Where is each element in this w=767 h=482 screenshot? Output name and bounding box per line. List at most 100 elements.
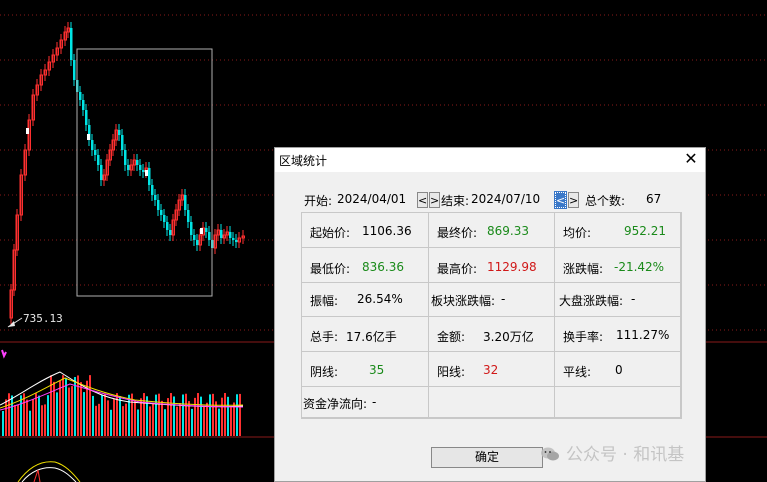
turnover-value: 111.27%	[616, 328, 670, 342]
amplitude-value: 26.54%	[357, 292, 403, 306]
candle-body	[157, 200, 160, 210]
volume-bar	[2, 411, 4, 436]
volume-bar	[155, 394, 157, 436]
open-label: 起始价:	[310, 226, 351, 240]
volume-label: 总手:	[310, 330, 339, 344]
volume-bar	[23, 393, 25, 436]
end-next-button[interactable]: >	[568, 192, 579, 208]
stat-cell-close: 最终价: 869.33	[429, 213, 555, 248]
amount-label: 金额:	[437, 330, 466, 344]
close-value: 869.33	[487, 224, 529, 238]
volume-bar	[104, 393, 106, 436]
change-value: -21.42%	[614, 260, 665, 274]
start-next-button[interactable]: >	[429, 192, 440, 208]
total-value: 67	[646, 192, 662, 206]
volume-bar	[197, 393, 199, 436]
candle-body	[190, 222, 193, 235]
candle-body	[26, 128, 29, 134]
stat-cell-netflow: 资金净流向: -	[302, 387, 429, 418]
candles	[9, 22, 245, 324]
turnover-label: 换手率:	[563, 330, 604, 344]
end-prev-button[interactable]: <	[554, 191, 567, 209]
volume-bar	[35, 393, 37, 436]
volume-bar	[80, 382, 82, 436]
volume-bar	[62, 375, 64, 436]
stat-cell-amount: 金额: 3.20万亿	[429, 317, 555, 352]
region-stats-dialog: 区域统计 ✕ 开始: 2024/04/01 < > 结束: 2024/07/10…	[274, 147, 706, 482]
stats-grid: 起始价: 1106.36 最终价: 869.33 均价: 952.21 最低价:…	[301, 212, 682, 419]
indicator-lines	[17, 461, 81, 482]
volume-bar	[101, 394, 103, 436]
avg-value: 952.21	[624, 224, 666, 238]
change-label: 涨跌幅:	[563, 262, 604, 276]
candle-body	[196, 240, 199, 245]
low-label: 最低价:	[310, 262, 351, 276]
candle-body	[193, 235, 196, 240]
volume-bar	[143, 393, 145, 436]
volume-bars	[2, 375, 241, 436]
market-value: -	[631, 292, 636, 306]
volume-bar	[230, 407, 232, 436]
volume-bar	[179, 403, 181, 436]
volume-bar	[59, 380, 61, 436]
dialog-title: 区域统计	[279, 153, 328, 168]
amplitude-label: 振幅:	[310, 294, 339, 308]
volume-bar	[173, 396, 175, 436]
candle-body	[85, 110, 88, 125]
stat-cell-high: 最高价: 1129.98	[429, 248, 555, 283]
volume-bar	[95, 405, 97, 436]
volume-bar	[65, 377, 67, 436]
volume-bar	[110, 409, 112, 436]
ok-button[interactable]: 确定	[431, 447, 543, 468]
start-date: 2024/04/01	[337, 192, 407, 206]
stat-cell-open: 起始价: 1106.36	[302, 213, 429, 248]
stat-cell-positive: 阳线: 32	[429, 352, 555, 387]
volume-bar	[212, 393, 214, 436]
negative-value: 35	[369, 363, 385, 377]
stat-cell-amplitude: 振幅: 26.54%	[302, 283, 429, 317]
volume-bar	[194, 397, 196, 436]
volume-value: 17.6亿手	[346, 330, 397, 344]
candle-body	[136, 160, 139, 165]
volume-bar	[119, 396, 121, 436]
indicator-line-yellow	[17, 461, 81, 482]
close-icon[interactable]: ✕	[683, 151, 699, 168]
start-prev-button[interactable]: <	[417, 192, 428, 208]
volume-bar	[47, 395, 49, 436]
stat-cell-sector: 板块涨跌幅: -	[429, 283, 555, 317]
volume-bar	[89, 375, 91, 436]
volume-bar	[137, 409, 139, 436]
volume-bar	[161, 400, 163, 436]
stat-cell-empty-1	[429, 387, 555, 418]
candle-body	[169, 230, 172, 235]
netflow-value: -	[372, 395, 377, 409]
dialog-titlebar: 区域统计	[275, 148, 705, 172]
candle-body	[187, 210, 190, 222]
volume-bar	[98, 403, 100, 436]
volume-bar	[26, 399, 28, 436]
volume-bar	[236, 394, 238, 436]
high-value: 1129.98	[487, 260, 537, 274]
volume-bar	[41, 405, 43, 436]
end-label: 结束:	[441, 194, 470, 208]
volume-bar	[44, 404, 46, 436]
volume-bar	[56, 392, 58, 436]
volume-bar	[191, 408, 193, 436]
volume-bar	[17, 404, 19, 436]
volume-bar	[68, 387, 70, 436]
volume-bar	[182, 394, 184, 436]
amount-value: 3.20万亿	[483, 330, 534, 344]
volume-bar	[107, 400, 109, 436]
volume-bar	[227, 396, 229, 436]
candle-body	[145, 170, 148, 176]
candle-body	[70, 28, 73, 60]
stat-cell-empty-2	[555, 387, 681, 418]
volume-bar	[218, 408, 220, 436]
volume-bar	[164, 409, 166, 436]
sector-label: 板块涨跌幅:	[431, 294, 496, 308]
candle-body	[154, 195, 157, 200]
volume-bar	[209, 394, 211, 436]
candle-body	[148, 168, 151, 185]
volume-bar	[128, 394, 130, 436]
volume-bar	[134, 400, 136, 436]
